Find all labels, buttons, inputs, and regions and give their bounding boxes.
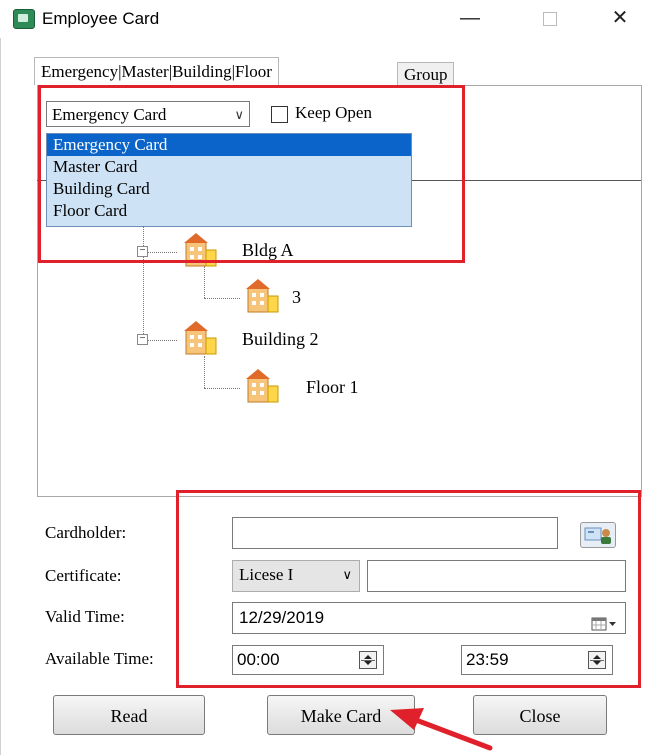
app-icon (13, 9, 35, 29)
valid-time-label: Valid Time: (45, 607, 125, 626)
building-icon (184, 321, 217, 355)
building-icon (246, 279, 279, 313)
window-border (0, 38, 1, 755)
title-bar: Employee Card — ✕ (0, 0, 656, 38)
tree-node-building-2[interactable] (178, 318, 222, 363)
close-window-button[interactable]: ✕ (597, 4, 643, 32)
tree-label-building-2[interactable]: Building 2 (242, 329, 319, 350)
read-button[interactable]: Read (53, 695, 205, 735)
tree-line (204, 298, 240, 299)
collapse-toggle-building-2[interactable]: − (137, 334, 148, 345)
tab-emergency-master-building-floor[interactable]: Emergency|Master|Building|Floor (34, 57, 279, 85)
available-time-label: Available Time: (45, 649, 154, 668)
tree-node-floor-1[interactable] (240, 366, 284, 411)
tree-line (143, 340, 177, 341)
tree-label-floor-1[interactable]: Floor 1 (306, 377, 359, 398)
highlight-box-card-type (38, 85, 465, 263)
red-arrow-annotation (390, 708, 493, 751)
cardholder-label: Cardholder: (45, 523, 127, 542)
tab-group[interactable]: Group (397, 62, 455, 86)
certificate-label: Certificate: (45, 566, 122, 585)
minimize-button[interactable]: — (447, 4, 493, 32)
tree-label-3[interactable]: 3 (292, 287, 301, 308)
window-title: Employee Card (42, 9, 160, 28)
maximize-button[interactable] (527, 4, 573, 32)
highlight-box-form (176, 490, 641, 688)
maximize-icon (543, 12, 557, 26)
tree-line (204, 388, 240, 389)
tree-node-3[interactable] (240, 276, 284, 321)
building-icon (246, 369, 279, 403)
